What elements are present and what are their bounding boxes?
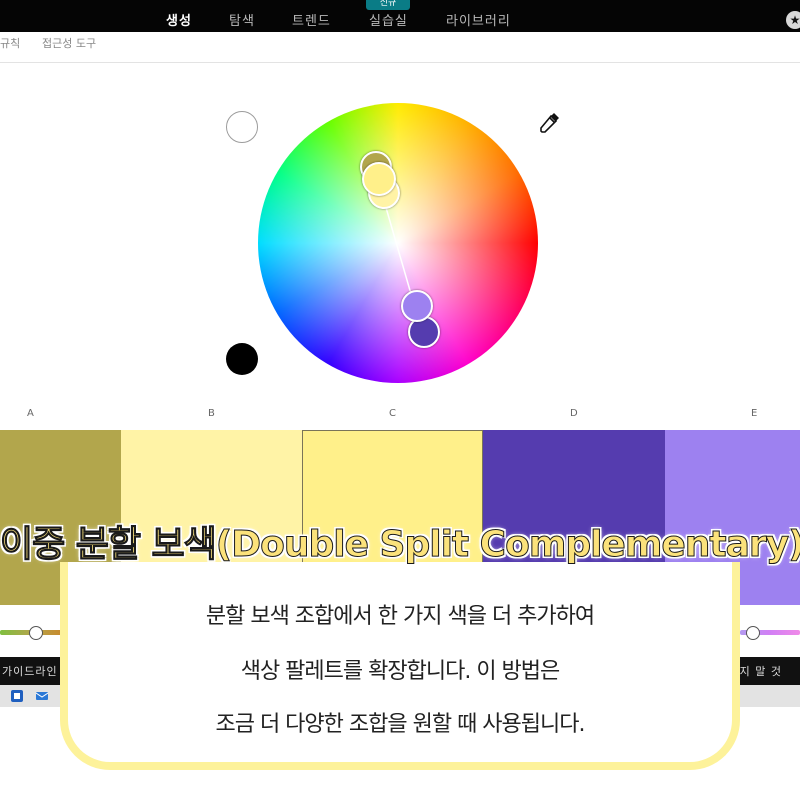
wheel-handle-c[interactable]	[362, 162, 396, 196]
sub-tabs: 규칙 접근성 도구	[0, 32, 800, 63]
mail-icon[interactable]	[36, 690, 48, 702]
column-label-d: D	[570, 408, 578, 419]
nav-library[interactable]: 라이브러리	[446, 10, 511, 29]
tab-accessibility-tools[interactable]: 접근성 도구	[42, 35, 96, 51]
nav-create[interactable]: 생성	[166, 10, 192, 29]
explanation-line-1: 분할 보색 조합에서 한 가지 색을 더 추가하여	[205, 604, 595, 629]
overlay-title: 이중 분할 보색(Double Split Complementary)	[0, 524, 800, 566]
column-label-c: C	[389, 408, 396, 419]
wheel-handle-e[interactable]	[401, 290, 433, 322]
explanation-line-2: 색상 팔레트를 확장합니다. 이 방법은	[240, 659, 561, 684]
tab-rules[interactable]: 규칙	[0, 35, 20, 51]
star-icon[interactable]: ★	[786, 11, 800, 29]
new-badge: 신규	[366, 0, 410, 10]
app-icon[interactable]	[11, 690, 23, 702]
brightness-black-button[interactable]	[226, 343, 258, 375]
brightness-white-button[interactable]	[226, 111, 258, 143]
nav-lab[interactable]: 실습실	[369, 10, 408, 29]
eyedropper-icon[interactable]	[536, 110, 562, 136]
color-wheel[interactable]	[258, 103, 538, 383]
column-label-e: E	[751, 408, 758, 419]
nav-trends[interactable]: 트렌드	[292, 10, 331, 29]
column-label-a: A	[27, 408, 34, 419]
explanation-line-3: 조금 더 다양한 조합을 원할 때 사용됩니다.	[215, 712, 585, 737]
nav-explore[interactable]: 탐색	[229, 10, 255, 29]
column-label-b: B	[208, 408, 215, 419]
